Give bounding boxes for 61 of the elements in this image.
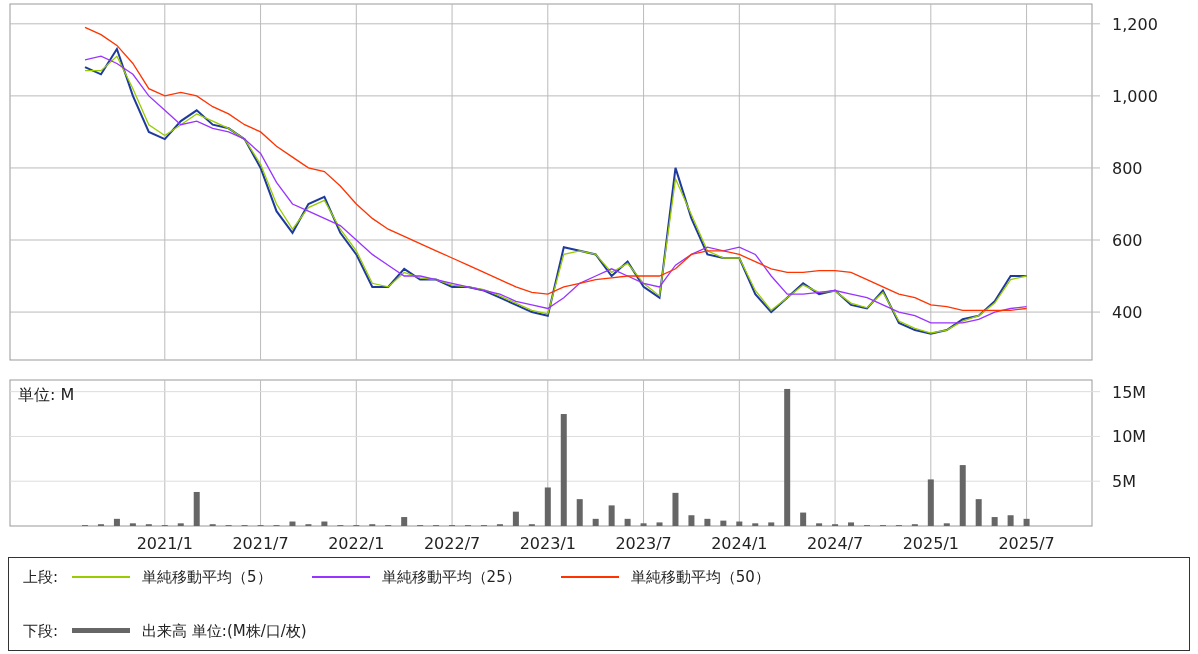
volume-bar (113, 518, 120, 526)
volume-bar (975, 499, 982, 526)
y-axis-label: 5M (1112, 472, 1136, 492)
volume-bar (848, 522, 854, 526)
legend-label: 下段: (23, 620, 59, 642)
x-axis-label: 2021/7 (232, 534, 289, 553)
x-axis-label: 2024/1 (711, 534, 768, 553)
legend-line-icon (72, 576, 131, 579)
volume-bar (129, 523, 136, 526)
x-axis-label: 2022/1 (328, 534, 385, 553)
y-axis-label: 600 (1112, 231, 1143, 250)
x-axis-label: 2025/1 (902, 534, 959, 553)
y-axis-label: 10M (1112, 427, 1147, 447)
y-axis-label: 1,200 (1112, 14, 1158, 34)
volume-bar (640, 523, 647, 526)
volume-bar (688, 515, 695, 526)
volume-bar (544, 487, 551, 526)
volume-bar (289, 521, 296, 526)
volume-bar (656, 522, 663, 526)
volume-bar (959, 465, 966, 526)
volume-bar (816, 523, 823, 526)
volume-bar (720, 520, 727, 526)
y-axis-label: 800 (1112, 158, 1143, 178)
volume-bar (177, 523, 184, 526)
volume-bar (927, 479, 934, 526)
x-axis-label: 2022/7 (423, 534, 481, 553)
y-axis-label: 400 (1112, 303, 1143, 323)
legend-bar-icon (72, 628, 131, 634)
volume-bar (1023, 518, 1030, 526)
volume-bar (624, 518, 631, 526)
y-axis-label: 1,000 (1112, 86, 1158, 106)
legend-line-icon (311, 576, 370, 579)
legend-label: 単純移動平均（50） (630, 567, 770, 588)
volume-bar (576, 499, 583, 526)
y-axis-label: 15M (1112, 382, 1147, 402)
volume-bar (752, 523, 759, 526)
volume-bar (672, 492, 679, 526)
x-axis-label: 2023/7 (615, 534, 672, 553)
legend-label: 単純移動平均（5） (142, 567, 272, 588)
volume-bar (512, 511, 519, 526)
volume-bar (321, 521, 328, 526)
volume-bar (943, 523, 950, 526)
x-axis-label: 2024/7 (806, 534, 864, 553)
volume-bar (800, 512, 807, 526)
legend-label: 単純移動平均（25） (381, 567, 521, 588)
volume-bar (704, 518, 711, 526)
x-axis-label: 2025/7 (998, 534, 1055, 553)
volume-bar (736, 521, 743, 526)
volume-bar (991, 517, 998, 526)
volume-bar (608, 505, 615, 526)
volume-bar (193, 491, 200, 526)
legend-line-icon (560, 576, 619, 579)
x-axis-label: 2023/1 (519, 534, 576, 553)
legend-label: 上段: (23, 567, 59, 588)
volume-bar (768, 522, 775, 526)
volume-bar (401, 517, 408, 526)
x-axis-label: 2021/1 (136, 534, 193, 553)
volume-bar (592, 518, 599, 526)
legend-label: 出来高 単位:(M株/口/枚) (142, 620, 307, 642)
volume-bar (1007, 515, 1014, 526)
unit-label: 単位: M (18, 385, 75, 404)
